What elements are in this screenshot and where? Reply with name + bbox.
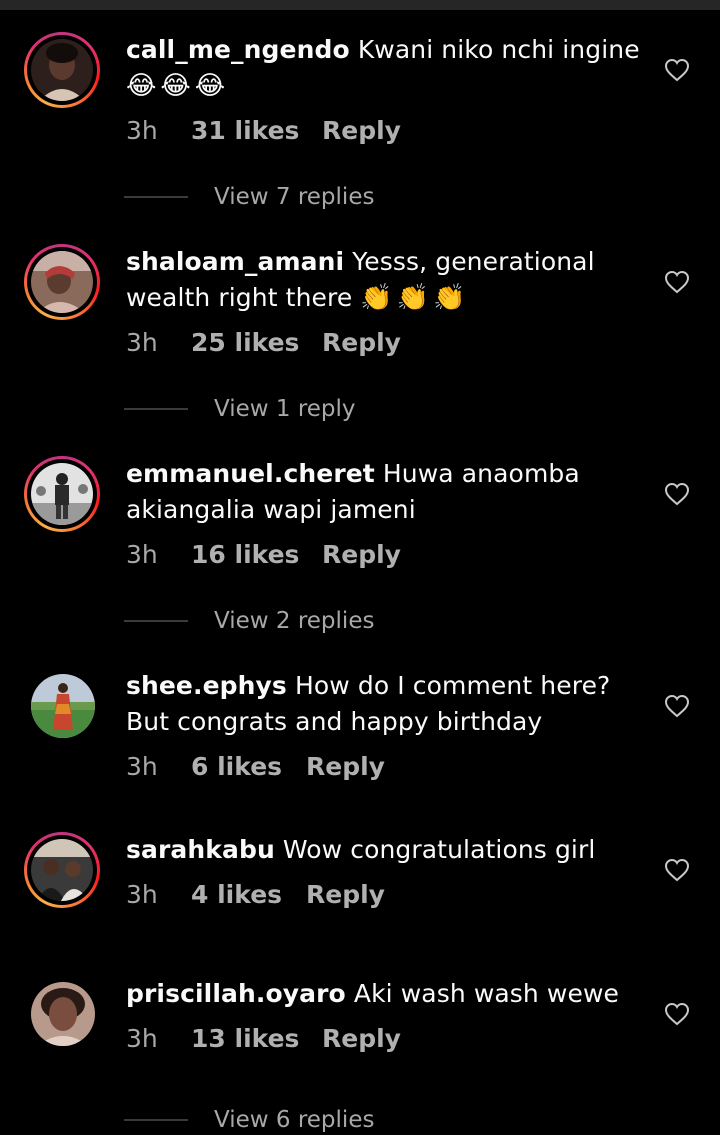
like-heart-icon[interactable] xyxy=(664,482,690,506)
comment-emoji: 👏👏👏 xyxy=(360,283,470,313)
avatar-story-ring[interactable] xyxy=(24,32,100,108)
avatar xyxy=(31,463,93,525)
comment-emoji: 😂😂😂 xyxy=(126,71,230,101)
comment-time: 3h xyxy=(126,116,158,145)
comment-text: priscillah.oyaro Aki wash wash wewe xyxy=(126,976,646,1012)
like-heart-icon[interactable] xyxy=(664,694,690,718)
likes-count[interactable]: 4 likes xyxy=(191,877,282,913)
avatar xyxy=(31,839,93,901)
reply-button[interactable]: Reply xyxy=(306,749,385,785)
comment-username[interactable]: emmanuel.cheret xyxy=(126,459,375,488)
view-replies-label: View 1 reply xyxy=(214,396,356,422)
avatar-story-ring[interactable] xyxy=(24,832,100,908)
likes-count[interactable]: 13 likes xyxy=(191,1021,299,1057)
like-heart-icon[interactable] xyxy=(664,1002,690,1026)
top-divider-bar xyxy=(0,0,720,10)
comment-time: 3h xyxy=(126,752,158,781)
reply-button[interactable]: Reply xyxy=(322,537,401,573)
reply-button[interactable]: Reply xyxy=(322,1021,401,1057)
view-replies-label: View 2 replies xyxy=(214,608,375,634)
replies-divider xyxy=(124,620,188,622)
avatar xyxy=(31,39,93,101)
comment-time: 3h xyxy=(126,540,158,569)
like-heart-icon[interactable] xyxy=(664,858,690,882)
replies-divider xyxy=(124,196,188,198)
comment-text: shee.ephys How do I comment here? But co… xyxy=(126,668,646,740)
comment-username[interactable]: sarahkabu xyxy=(126,835,275,864)
comment-text: shaloam_amani Yesss, generational wealth… xyxy=(126,244,646,316)
reply-button[interactable]: Reply xyxy=(306,877,385,913)
comment-text: sarahkabu Wow congratulations girl xyxy=(126,832,646,868)
likes-count[interactable]: 6 likes xyxy=(191,749,282,785)
comment-time: 3h xyxy=(126,880,158,909)
avatar-story-ring[interactable] xyxy=(24,244,100,320)
like-heart-icon[interactable] xyxy=(664,270,690,294)
replies-divider xyxy=(124,1119,188,1121)
comment-username[interactable]: shaloam_amani xyxy=(126,247,344,276)
reply-button[interactable]: Reply xyxy=(322,113,401,149)
comment-username[interactable]: shee.ephys xyxy=(126,671,287,700)
comment-body: Kwani niko nchi ingine xyxy=(357,35,640,64)
avatar[interactable] xyxy=(31,982,95,1046)
replies-divider xyxy=(124,408,188,410)
comment-body: Wow congratulations girl xyxy=(282,835,596,864)
avatar xyxy=(31,251,93,313)
comment-username[interactable]: call_me_ngendo xyxy=(126,35,350,64)
comment-text: call_me_ngendo Kwani niko nchi ingine 😂😂… xyxy=(126,32,646,104)
comment-time: 3h xyxy=(126,328,158,357)
comment-username[interactable]: priscillah.oyaro xyxy=(126,979,346,1008)
reply-button[interactable]: Reply xyxy=(322,325,401,361)
comment-body: Aki wash wash wewe xyxy=(353,979,619,1008)
comment-text: emmanuel.cheret Huwa anaomba akiangalia … xyxy=(126,456,646,528)
likes-count[interactable]: 31 likes xyxy=(191,113,299,149)
avatar[interactable] xyxy=(31,674,95,738)
view-replies-label: View 7 replies xyxy=(214,184,375,210)
comment-time: 3h xyxy=(126,1024,158,1053)
avatar-story-ring[interactable] xyxy=(24,456,100,532)
likes-count[interactable]: 16 likes xyxy=(191,537,299,573)
like-heart-icon[interactable] xyxy=(664,58,690,82)
likes-count[interactable]: 25 likes xyxy=(191,325,299,361)
